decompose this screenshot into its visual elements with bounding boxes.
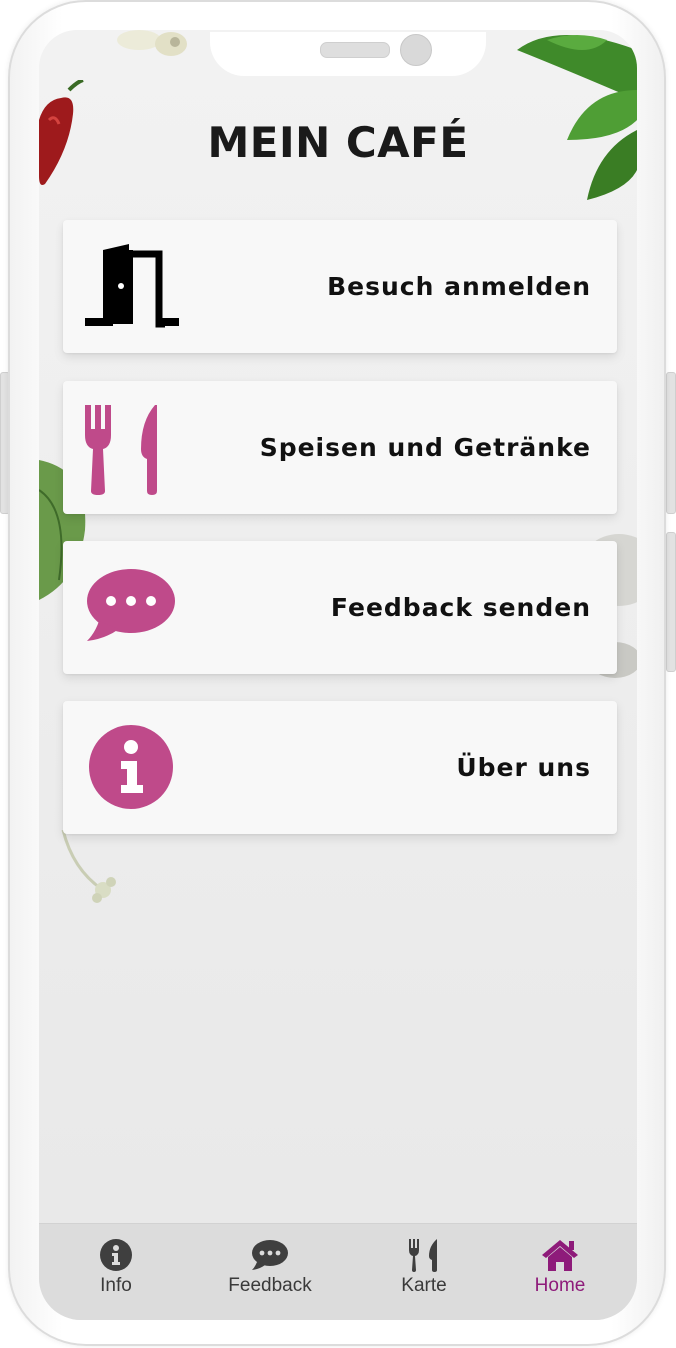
utensils-icon: [85, 405, 157, 495]
nav-label: Feedback: [228, 1275, 312, 1296]
nav-label: Karte: [401, 1275, 447, 1296]
menu-card-label: Speisen und Getränke: [259, 433, 591, 462]
nav-item-karte[interactable]: Karte: [364, 1238, 484, 1297]
nav-item-home[interactable]: Home: [500, 1238, 620, 1297]
phone-notch: [210, 32, 486, 76]
door-icon: [85, 244, 179, 328]
nav-label: Home: [534, 1275, 586, 1296]
phone-volume-button-up: [666, 372, 676, 514]
menu-card-besuch-anmelden[interactable]: Besuch anmelden: [63, 220, 617, 353]
nav-label: Info: [100, 1275, 132, 1296]
info-icon: [100, 1239, 132, 1271]
nav-item-feedback[interactable]: Feedback: [210, 1238, 330, 1297]
bottom-navigation: Info Feedback Karte Home: [39, 1223, 637, 1320]
comment-dots-icon: [87, 569, 175, 641]
phone-speaker: [320, 42, 390, 58]
menu-card-speisen-und-getraenke[interactable]: Speisen und Getränke: [63, 381, 617, 514]
phone-volume-button-down: [666, 532, 676, 672]
comment-dots-icon: [252, 1240, 288, 1270]
app-screen: MEIN CAFÉ Besuch anmelden Speisen und Ge…: [39, 30, 637, 1320]
phone-camera: [400, 34, 432, 66]
menu-card-ueber-uns[interactable]: Über uns: [63, 701, 617, 834]
info-icon: [89, 725, 173, 809]
utensils-icon: [409, 1239, 437, 1272]
menu-card-label: Über uns: [456, 753, 591, 782]
home-icon: [542, 1240, 578, 1271]
page-title: MEIN CAFÉ: [207, 118, 469, 167]
garlic-decoration: [117, 30, 187, 56]
nav-item-info[interactable]: Info: [56, 1238, 176, 1297]
menu-card-feedback-senden[interactable]: Feedback senden: [63, 541, 617, 674]
menu-card-label: Feedback senden: [330, 593, 591, 622]
menu-card-label: Besuch anmelden: [327, 272, 591, 301]
